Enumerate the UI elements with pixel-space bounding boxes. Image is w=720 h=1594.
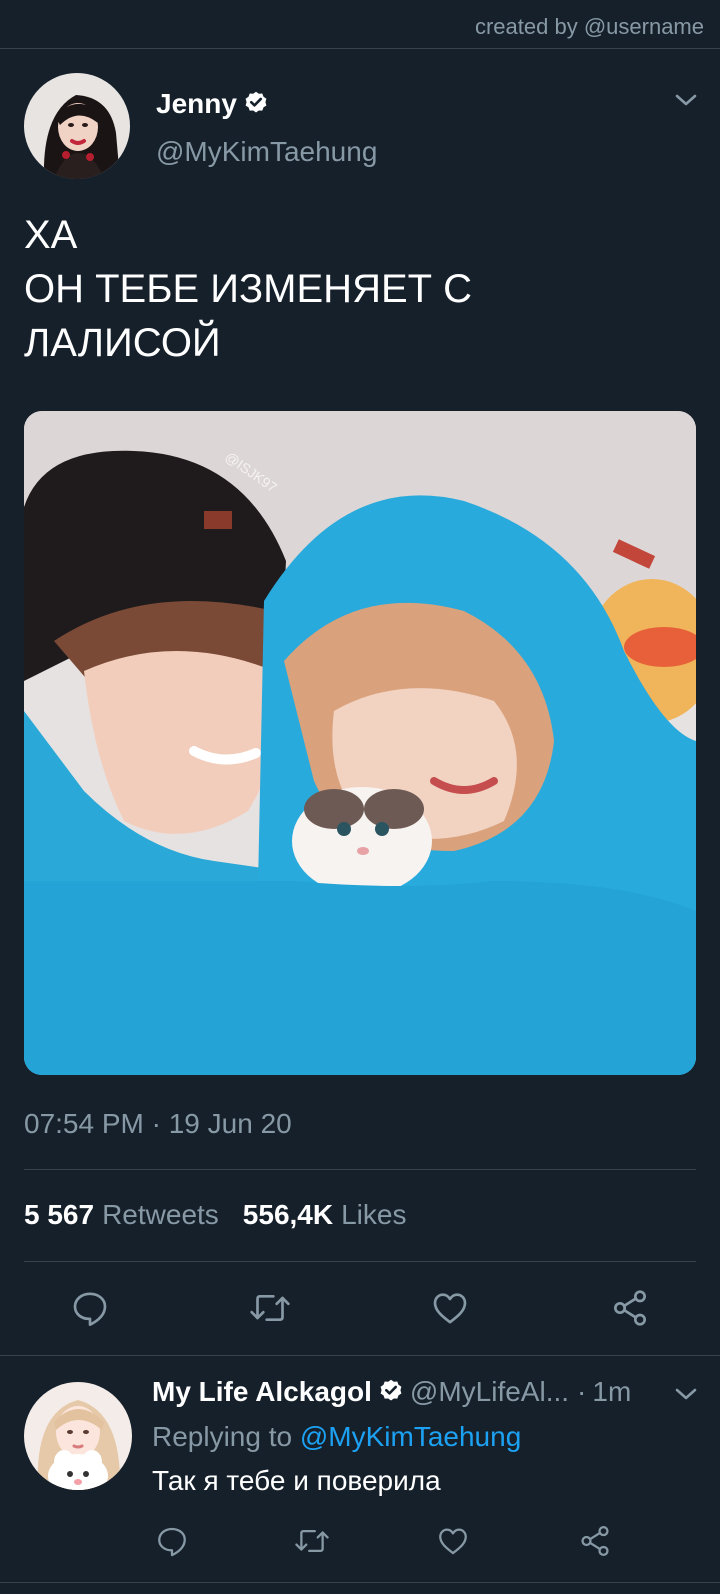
retweets-stat[interactable]: 5 567 Retweets (24, 1199, 219, 1230)
share-icon[interactable] (578, 1524, 612, 1563)
heart-icon[interactable] (436, 1524, 470, 1563)
heart-icon[interactable] (430, 1288, 470, 1333)
tweet-text-line: ЛАЛИСОЙ (24, 321, 221, 365)
verified-badge-icon (378, 1377, 404, 1410)
tweet-text: ХА ОН ТЕБЕ ИЗМЕНЯЕТ С ЛАЛИСОЙ (24, 208, 684, 370)
tweet-text-line: ХА (24, 213, 78, 257)
tweet-timestamp[interactable]: 07:54 PM · 19 Jun 20 (24, 1108, 292, 1140)
likes-count: 556,4K (242, 1199, 334, 1230)
likes-stat[interactable]: 556,4K Likes (243, 1199, 407, 1230)
retweet-icon[interactable] (248, 1288, 292, 1333)
reply-icon[interactable] (70, 1288, 110, 1333)
top-divider (0, 48, 720, 49)
author-avatar[interactable] (24, 73, 130, 179)
reply-author-avatar[interactable] (24, 1382, 132, 1490)
likes-label: Likes (341, 1199, 407, 1230)
reply-author-handle[interactable]: @MyLifeAl... (410, 1376, 569, 1407)
reply-icon[interactable] (155, 1524, 189, 1563)
author-handle[interactable]: @MyKimTaehung (156, 136, 377, 168)
reply-time[interactable]: 1m (592, 1376, 631, 1407)
stats-bottom-divider (24, 1261, 696, 1262)
reply-author-name[interactable]: My Life Alckagol (152, 1376, 372, 1407)
chevron-down-icon[interactable] (674, 92, 698, 113)
reply-text: Так я тебе и поверила (152, 1465, 441, 1496)
tweet-photo[interactable]: @ISJK97 (24, 411, 696, 1075)
share-icon[interactable] (610, 1288, 650, 1333)
tweet-text-line: ОН ТЕБЕ ИЗМЕНЯЕТ С (24, 267, 473, 311)
retweets-count: 5 567 (24, 1199, 95, 1230)
retweet-icon[interactable] (293, 1524, 331, 1563)
stats-top-divider (24, 1169, 696, 1170)
author-name[interactable]: Jenny (156, 88, 237, 119)
replying-to: Replying to @MyKimTaehung (152, 1421, 521, 1453)
reply-top-divider (0, 1355, 720, 1356)
reply-header: My Life Alckagol @MyLifeAl... · 1m (152, 1376, 631, 1410)
tweet-stats: 5 567 Retweets 556,4K Likes (24, 1199, 406, 1231)
replying-prefix: Replying to (152, 1421, 293, 1452)
retweets-label: Retweets (102, 1199, 219, 1230)
author-name-row[interactable]: Jenny (156, 88, 269, 122)
reply-separator: · (577, 1376, 587, 1407)
watermark-text: created by @username (474, 14, 704, 39)
bottom-divider (0, 1582, 720, 1583)
verified-badge-icon (243, 89, 269, 122)
replying-mention[interactable]: @MyKimTaehung (300, 1421, 521, 1452)
chevron-down-icon[interactable] (674, 1386, 698, 1407)
